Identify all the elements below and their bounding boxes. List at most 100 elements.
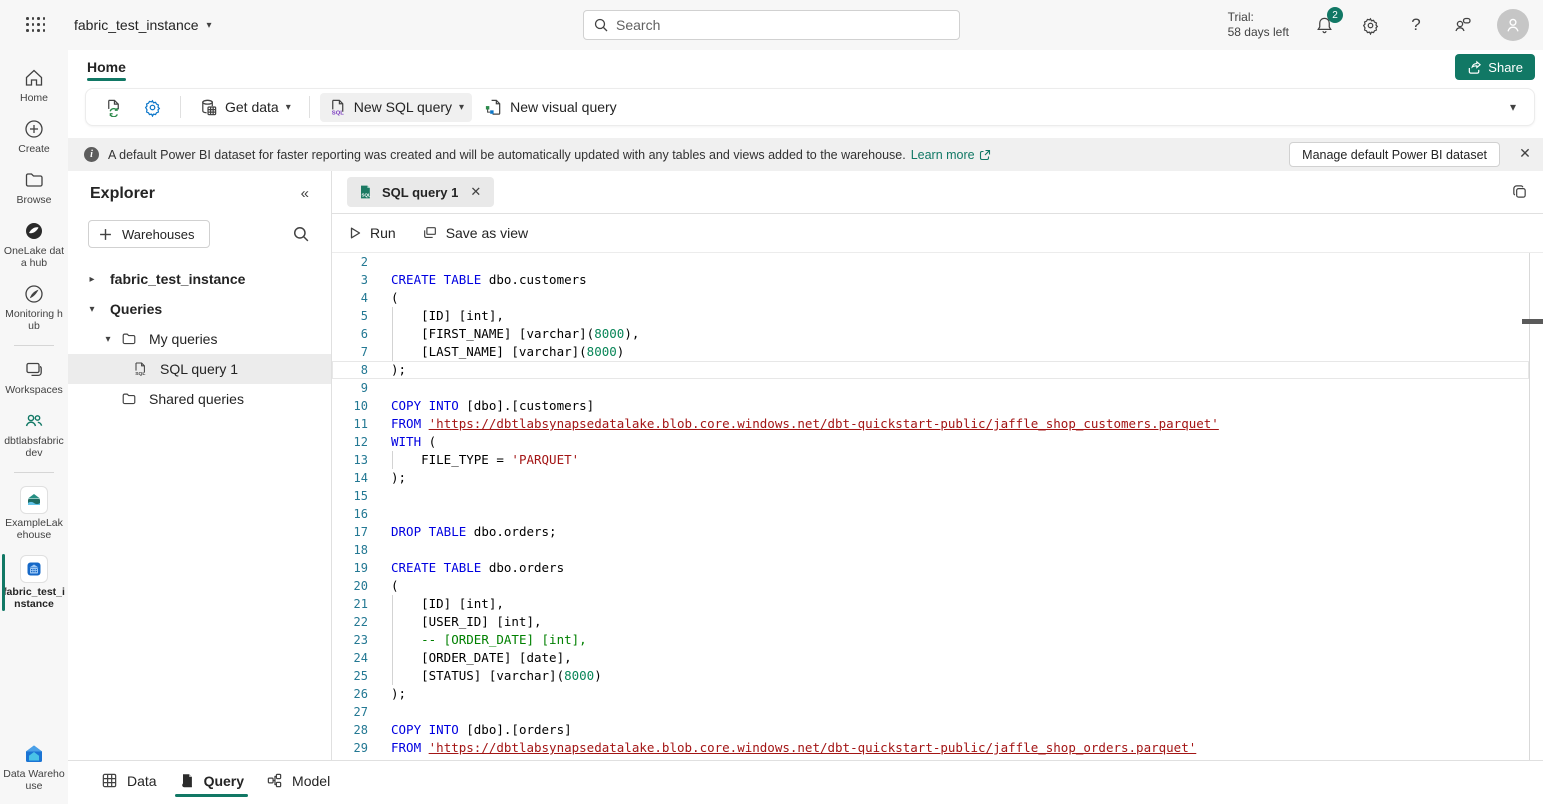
add-warehouses-button[interactable]: Warehouses: [88, 220, 210, 248]
rail-item-browse[interactable]: Browse: [1, 162, 67, 213]
code-line[interactable]: 17DROP TABLE dbo.orders;: [332, 523, 1529, 541]
run-button[interactable]: Run: [348, 225, 396, 241]
explorer-search-icon[interactable]: [293, 226, 309, 242]
code-line[interactable]: 27: [332, 703, 1529, 721]
code-line[interactable]: 3CREATE TABLE dbo.customers: [332, 271, 1529, 289]
lakehouse-icon: [20, 486, 48, 514]
line-number: 29: [332, 739, 368, 757]
ribbon-tab-home[interactable]: Home: [85, 55, 128, 85]
code-line[interactable]: 25 [STATUS] [varchar](8000): [332, 667, 1529, 685]
code-line[interactable]: 24 [ORDER_DATE] [date],: [332, 649, 1529, 667]
line-number: 5: [332, 307, 368, 325]
feedback-button[interactable]: [1451, 14, 1473, 36]
code-line[interactable]: 14);: [332, 469, 1529, 487]
code-line[interactable]: 8);: [332, 361, 1529, 379]
workspace-switcher[interactable]: fabric_test_instance ▾: [74, 17, 212, 33]
rail-item-home[interactable]: Home: [1, 60, 67, 111]
line-number: 10: [332, 397, 368, 415]
tree-item-my-queries[interactable]: ▾ My queries: [68, 324, 331, 354]
tree-item-sql-query-1[interactable]: SQL SQL query 1: [68, 354, 331, 384]
code-line[interactable]: 26);: [332, 685, 1529, 703]
code-line[interactable]: 19CREATE TABLE dbo.orders: [332, 559, 1529, 577]
line-number: 18: [332, 541, 368, 559]
code-line[interactable]: 23 -- [ORDER_DATE] [int],: [332, 631, 1529, 649]
rail-item-data-warehouse[interactable]: Data Warehouse: [1, 736, 67, 804]
tree-item-shared-queries[interactable]: Shared queries: [68, 384, 331, 414]
collapse-panel-button[interactable]: «: [301, 185, 309, 202]
app-launcher-icon[interactable]: [26, 17, 46, 33]
notifications-button[interactable]: 2: [1313, 14, 1335, 36]
search-placeholder: Search: [616, 17, 660, 33]
code-line[interactable]: 11FROM 'https://dbtlabsynapsedatalake.bl…: [332, 415, 1529, 433]
new-visual-query-button[interactable]: New visual query: [476, 93, 625, 122]
rail-item-monitoring-hub[interactable]: Monitoring hub: [1, 276, 67, 339]
line-number: 26: [332, 685, 368, 703]
save-as-view-button[interactable]: Save as view: [422, 225, 528, 241]
help-button[interactable]: ?: [1405, 14, 1427, 36]
code-line[interactable]: 9: [332, 379, 1529, 397]
folder-icon: [121, 331, 137, 347]
code-line[interactable]: 20(: [332, 577, 1529, 595]
tab-sql-query-1[interactable]: SQL SQL query 1 ✕: [347, 177, 494, 207]
copy-icon[interactable]: [1511, 183, 1528, 200]
code-line[interactable]: 22 [USER_ID] [int],: [332, 613, 1529, 631]
manage-dataset-button[interactable]: Manage default Power BI dataset: [1289, 142, 1500, 167]
trial-status[interactable]: Trial: 58 days left: [1228, 10, 1289, 40]
model-diagram-icon: [266, 772, 283, 789]
refresh-button[interactable]: [96, 93, 131, 122]
rail-item-dbtlabsfabricdev[interactable]: dbtlabsfabricdev: [1, 403, 67, 466]
code-line[interactable]: 16: [332, 505, 1529, 523]
onelake-icon: [23, 220, 45, 242]
code-line[interactable]: 13 FILE_TYPE = 'PARQUET': [332, 451, 1529, 469]
code-line[interactable]: 4(: [332, 289, 1529, 307]
workspace-people-icon: [22, 410, 46, 432]
overview-cursor-marker: [1522, 319, 1543, 324]
code-editor[interactable]: 23CREATE TABLE dbo.customers4(5 [ID] [in…: [332, 253, 1543, 760]
new-sql-query-button[interactable]: SQL New SQL query ▾: [320, 93, 472, 122]
banner-close-icon[interactable]: ✕: [1515, 145, 1535, 162]
tree-item-queries[interactable]: ▾ Queries: [68, 294, 331, 324]
info-icon: i: [84, 147, 99, 162]
line-number: 19: [332, 559, 368, 577]
tab-model[interactable]: Model: [262, 770, 334, 795]
code-line[interactable]: 29FROM 'https://dbtlabsynapsedatalake.bl…: [332, 739, 1529, 757]
close-tab-icon[interactable]: ✕: [467, 184, 484, 200]
line-number: 14: [332, 469, 368, 487]
rail-item-examplelakehouse[interactable]: ExampleLakehouse: [1, 479, 67, 548]
line-number: 17: [332, 523, 368, 541]
settings-button-toolbar[interactable]: [135, 93, 170, 122]
code-line[interactable]: 12WITH (: [332, 433, 1529, 451]
avatar[interactable]: [1497, 9, 1529, 41]
code-line[interactable]: 28COPY INTO [dbo].[orders]: [332, 721, 1529, 739]
rail-item-onelake-data-hub[interactable]: OneLake data hub: [1, 213, 67, 276]
warehouse-icon: [20, 555, 48, 583]
code-line[interactable]: 15: [332, 487, 1529, 505]
code-line[interactable]: 21 [ID] [int],: [332, 595, 1529, 613]
rail-item-workspaces[interactable]: Workspaces: [1, 352, 67, 403]
share-button[interactable]: Share: [1455, 54, 1535, 80]
search-input[interactable]: Search: [583, 10, 960, 40]
code-line[interactable]: 2: [332, 253, 1529, 271]
code-line[interactable]: 5 [ID] [int],: [332, 307, 1529, 325]
code-line[interactable]: 10COPY INTO [dbo].[customers]: [332, 397, 1529, 415]
tab-data[interactable]: Data: [97, 770, 161, 795]
rail-item-fabric-test-instance[interactable]: fabric_test_instance: [1, 548, 67, 617]
workspaces-icon: [23, 359, 45, 381]
tree-item-warehouse[interactable]: ▸ fabric_test_instance: [68, 264, 331, 294]
chevron-down-icon: ▾: [207, 20, 212, 31]
code-line[interactable]: 7 [LAST_NAME] [varchar](8000): [332, 343, 1529, 361]
data-grid-icon: [101, 772, 118, 789]
learn-more-link[interactable]: Learn more: [911, 148, 991, 162]
line-number: 21: [332, 595, 368, 613]
code-line[interactable]: 6 [FIRST_NAME] [varchar](8000),: [332, 325, 1529, 343]
banner-text: A default Power BI dataset for faster re…: [108, 148, 906, 162]
get-data-button[interactable]: Get data ▾: [191, 93, 299, 122]
monitoring-icon: [23, 283, 45, 305]
sql-doc-icon: SQL: [132, 361, 148, 377]
ribbon-collapse-chevron[interactable]: ▾: [1502, 96, 1524, 118]
settings-button[interactable]: [1359, 14, 1381, 36]
tab-query[interactable]: Query: [175, 770, 248, 795]
line-number: 2: [332, 253, 368, 271]
rail-item-create[interactable]: Create: [1, 111, 67, 162]
code-line[interactable]: 18: [332, 541, 1529, 559]
